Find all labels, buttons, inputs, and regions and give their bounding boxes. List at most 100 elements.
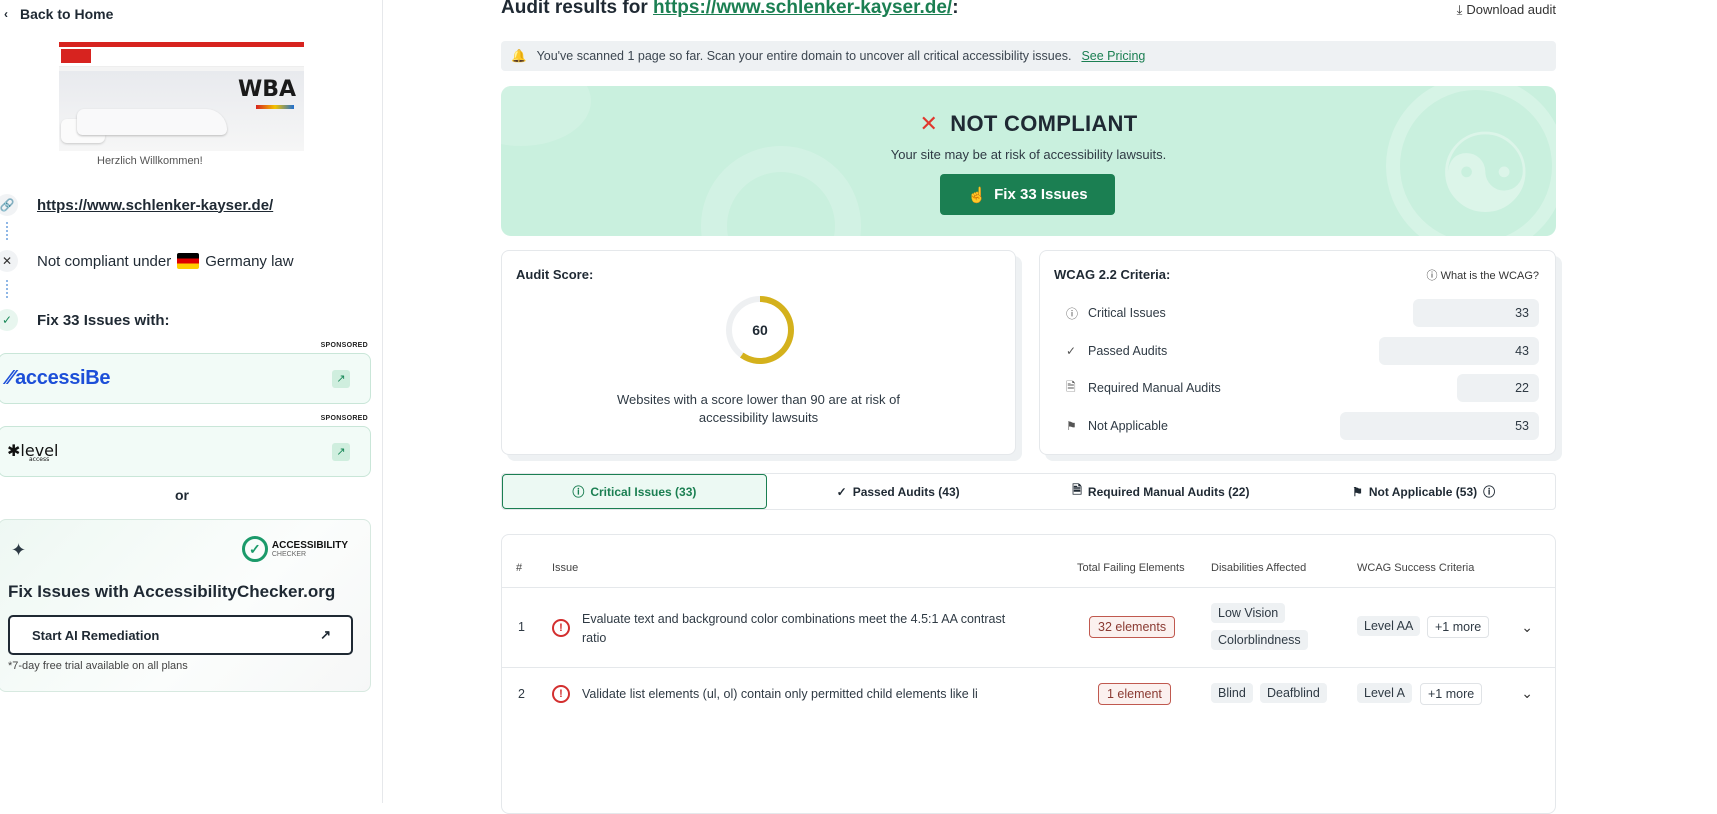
audit-tabs: ⓘ Critical Issues (33) ✓ Passed Audits (… — [501, 473, 1556, 510]
level-access-logo: ✱level access — [7, 440, 59, 463]
download-audit-button[interactable]: ⤓ Download audit — [1457, 2, 1556, 18]
wcag-level-tag: Level AA — [1357, 616, 1421, 636]
criteria-count: 53 — [1340, 412, 1539, 440]
thumbnail-nav — [59, 47, 304, 67]
issue-description: Validate list elements (ul, ol) contain … — [582, 687, 978, 701]
tab-passed-audits[interactable]: ✓ Passed Audits (43) — [767, 474, 1030, 509]
thumbnail-logo — [61, 49, 91, 63]
page-title: Audit results for https://www.schlenker-… — [501, 0, 959, 19]
chevron-down-icon[interactable]: ⌄ — [1521, 685, 1533, 702]
disability-tag: Deafblind — [1260, 683, 1327, 703]
close-icon: ✕ — [919, 111, 939, 136]
fix-issues-button[interactable]: ☝ Fix 33 Issues — [940, 174, 1115, 215]
what-is-wcag-link[interactable]: ⓘ What is the WCAG? — [1427, 267, 1539, 283]
connector-dots — [6, 280, 8, 298]
criteria-label: Not Applicable — [1088, 419, 1168, 433]
checkmark-logo-icon: ✓ — [241, 536, 268, 562]
criteria-count: 43 — [1379, 337, 1539, 365]
disability-tag: Blind — [1211, 683, 1253, 703]
info-icon: ⓘ — [1483, 485, 1496, 499]
accessibility-checker-logo: ✓ ACCESSIBILITY CHECKER — [241, 536, 348, 562]
fix-with-label: Fix 33 Issues with: — [37, 311, 170, 329]
tab-not-applicable[interactable]: ⚑ Not Applicable (53) ⓘ — [1292, 474, 1555, 509]
criteria-count: 33 — [1413, 299, 1539, 327]
passed-audits-row[interactable]: ✓ Passed Audits 43 — [1066, 337, 1539, 365]
scan-notice: 🔔 You've scanned 1 page so far. Scan you… — [501, 41, 1556, 71]
score-value: 60 — [732, 302, 788, 358]
compliance-law: Germany law — [205, 252, 294, 270]
criteria-count: 22 — [1457, 374, 1539, 402]
sponsored-label: SPONSORED — [320, 342, 368, 349]
accessibe-partner-card[interactable]: ⁄⁄ accessiBe ↗ — [0, 353, 371, 404]
document-icon: 🗎 — [1066, 379, 1076, 394]
alert-circle-icon: ! — [552, 685, 570, 703]
column-header-disabilities: Disabilities Affected — [1211, 562, 1307, 574]
accessibe-logo: ⁄⁄ accessiBe — [7, 367, 111, 389]
thumbnail-brand-bar — [256, 105, 294, 109]
tab-required-manual-audits[interactable]: 🗎 Required Manual Audits (22) — [1030, 474, 1293, 509]
wcag-label: WCAG 2.2 Criteria: — [1054, 267, 1171, 282]
connector-dots — [6, 222, 8, 240]
column-header-wcag-criteria: WCAG Success Criteria — [1357, 562, 1475, 574]
status-headline: ✕ NOT COMPLIANT — [919, 111, 1138, 136]
sponsored-label: SPONSORED — [320, 415, 368, 422]
start-ai-remediation-button[interactable]: Start AI Remediation ↗ — [8, 615, 353, 655]
accessibility-checker-card: ✦ ✓ ACCESSIBILITY CHECKER Fix Issues wit… — [0, 519, 371, 692]
main-content: Audit results for https://www.schlenker-… — [501, 0, 1556, 814]
back-to-home-link[interactable]: ‹ Back to Home — [4, 6, 113, 22]
see-pricing-link[interactable]: See Pricing — [1081, 49, 1145, 63]
not-applicable-row[interactable]: ⚑ Not Applicable 53 — [1066, 412, 1539, 440]
check-icon: ✓ — [0, 309, 18, 331]
arrow-up-right-icon: ↗ — [320, 627, 331, 642]
site-url-link[interactable]: https://www.schlenker-kayser.de/ — [37, 197, 273, 214]
trial-note: *7-day free trial available on all plans — [8, 660, 188, 672]
url-row: 🔗 https://www.schlenker-kayser.de/ — [0, 194, 273, 216]
required-manual-audits-row[interactable]: 🗎 Required Manual Audits 22 — [1066, 374, 1539, 402]
chevron-left-icon: ‹ — [4, 7, 8, 21]
criteria-label: Required Manual Audits — [1088, 381, 1221, 395]
compliance-status-banner: ☯ ✕ NOT COMPLIANT Your site may be at ris… — [501, 86, 1556, 236]
flag-icon: ⚑ — [1066, 419, 1077, 433]
notice-text: You've scanned 1 page so far. Scan your … — [536, 49, 1072, 63]
level-access-partner-card[interactable]: ✱level access ↗ — [0, 426, 371, 477]
failing-elements-badge[interactable]: 1 element — [1098, 683, 1171, 705]
more-criteria-tag[interactable]: +1 more — [1420, 683, 1483, 705]
column-header-number: # — [516, 562, 523, 574]
failing-elements-badge[interactable]: 32 elements — [1089, 616, 1176, 638]
issues-table: # Issue Total Failing Elements Disabilit… — [501, 534, 1556, 814]
more-criteria-tag[interactable]: +1 more — [1427, 616, 1490, 638]
score-description: Websites with a score lower than 90 are … — [617, 392, 900, 426]
title-url-link[interactable]: https://www.schlenker-kayser.de/ — [653, 0, 952, 18]
alert-circle-icon: ! — [552, 619, 570, 637]
chevron-down-icon[interactable]: ⌄ — [1521, 619, 1533, 636]
audit-score-card: Audit Score: 60 Websites with a score lo… — [501, 250, 1016, 455]
check-icon: ✓ — [1066, 344, 1077, 358]
thumbnail-hero: WBA — [59, 71, 304, 151]
pointer-hand-icon: ☝ — [967, 186, 987, 204]
back-label: Back to Home — [20, 6, 114, 22]
external-link-icon: ↗ — [332, 442, 350, 461]
external-link-icon: ↗ — [332, 369, 350, 388]
score-donut: 60 — [726, 296, 794, 364]
wcag-criteria-card: WCAG 2.2 Criteria: ⓘ What is the WCAG? ⓘ… — [1039, 250, 1556, 455]
compliance-row: ✕ Not compliant under Germany law — [0, 250, 294, 272]
criteria-label: Critical Issues — [1088, 306, 1166, 320]
close-icon: ✕ — [0, 250, 18, 272]
criteria-label: Passed Audits — [1088, 344, 1168, 358]
disability-tag: Low Vision — [1211, 603, 1286, 623]
logo-line1: ACCESSIBILITY — [271, 539, 348, 551]
fix-with-row: ✓ Fix 33 Issues with: — [0, 309, 170, 331]
fix-issues-label: Fix 33 Issues — [994, 186, 1088, 203]
row-divider — [502, 667, 1555, 668]
ac-card-title: Fix Issues with AccessibilityChecker.org — [8, 582, 336, 601]
sparkle-icon: ✦ — [11, 540, 27, 560]
disability-tag: Colorblindness — [1211, 630, 1308, 650]
tab-critical-issues[interactable]: ⓘ Critical Issues (33) — [502, 474, 767, 509]
critical-issues-row[interactable]: ⓘ Critical Issues 33 — [1066, 299, 1539, 327]
status-subtext: Your site may be at risk of accessibilit… — [890, 147, 1167, 162]
download-icon: ⤓ — [1456, 2, 1463, 17]
link-icon: 🔗 — [0, 194, 18, 216]
compliance-prefix: Not compliant under — [37, 252, 172, 270]
or-divider: or — [175, 487, 189, 503]
sidebar: ‹ Back to Home WBA Herzlich Willkommen! … — [0, 0, 383, 803]
